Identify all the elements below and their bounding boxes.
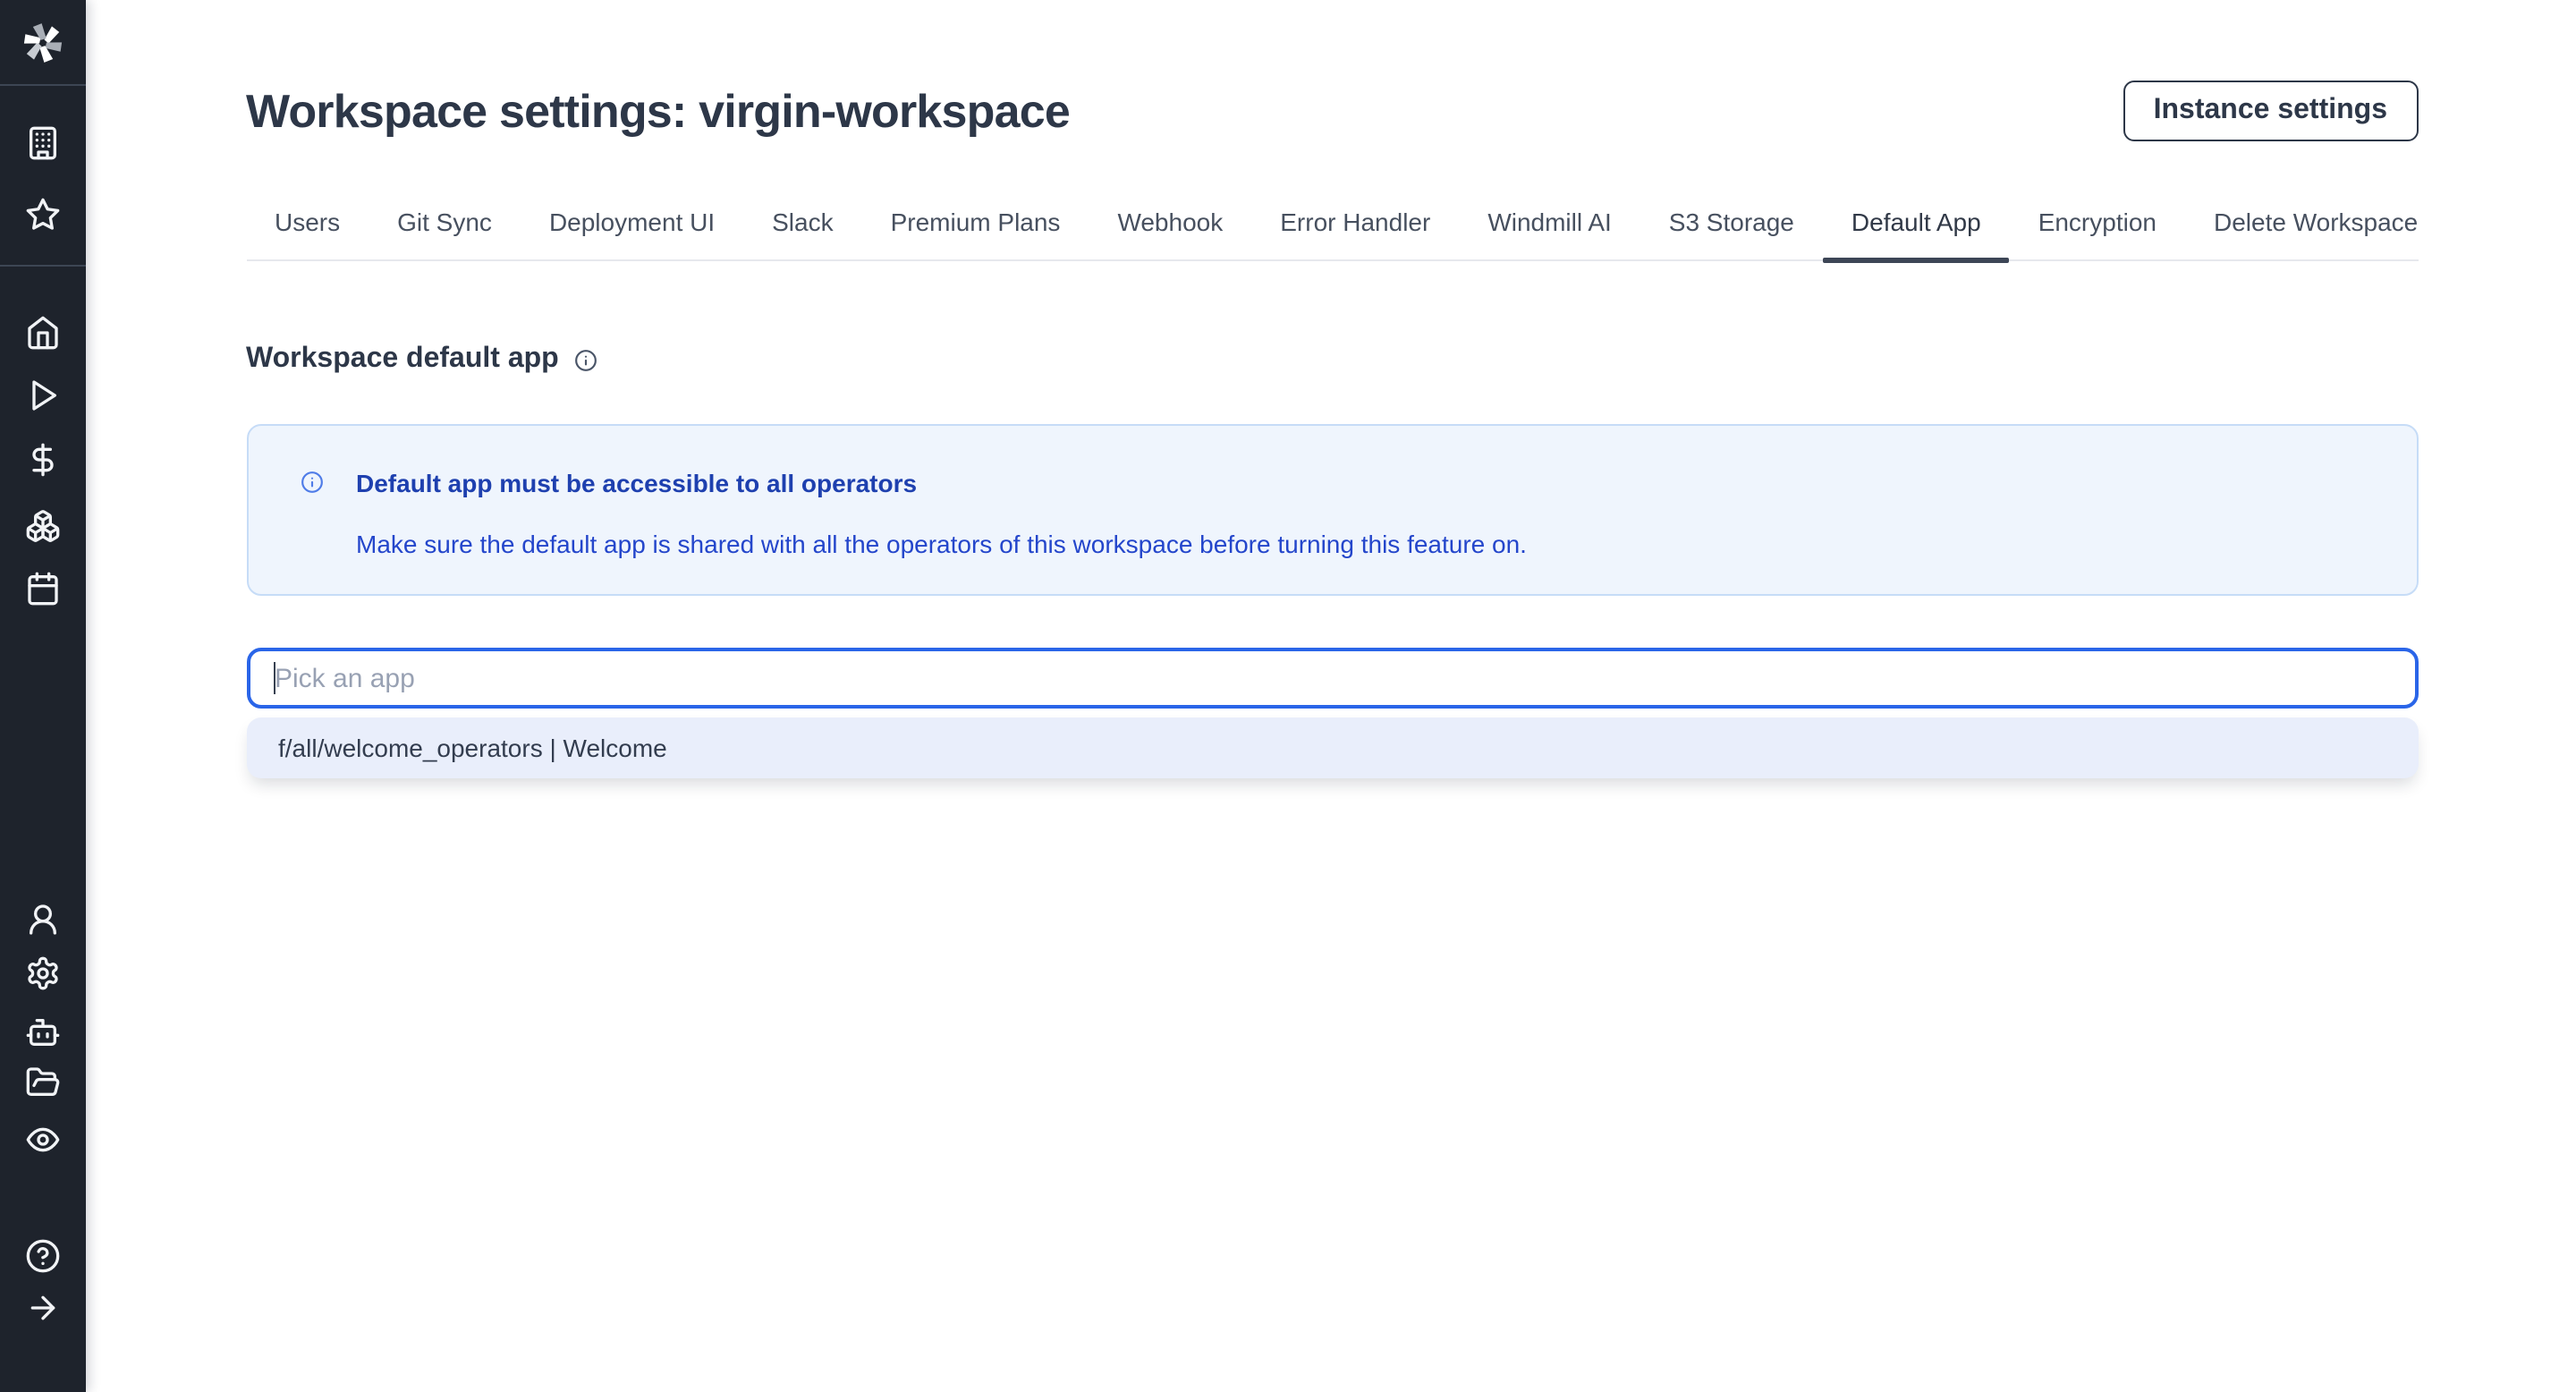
- app-picker-dropdown: f/all/welcome_operators | Welcome: [246, 717, 2418, 778]
- info-tooltip-icon[interactable]: [575, 348, 598, 371]
- app-window: Workspace settings: virgin-workspace Ins…: [0, 0, 2576, 1392]
- settings-tabbar: Users Git Sync Deployment UI Slack Premi…: [246, 193, 2418, 261]
- bot-icon[interactable]: [25, 1014, 61, 1049]
- alert-text: Default app must be accessible to all op…: [356, 469, 1527, 558]
- tab-delete-workspace[interactable]: Delete Workspace: [2185, 193, 2446, 259]
- alert-title: Default app must be accessible to all op…: [356, 469, 1527, 497]
- tab-windmill-ai[interactable]: Windmill AI: [1459, 193, 1640, 259]
- calendar-icon[interactable]: [25, 570, 61, 606]
- windmill-pinwheel-icon: [20, 19, 66, 65]
- tab-slack[interactable]: Slack: [743, 193, 861, 259]
- info-circle-icon: [300, 471, 323, 494]
- building-icon[interactable]: [25, 125, 61, 161]
- boxes-icon[interactable]: [25, 507, 61, 543]
- tab-s3-storage[interactable]: S3 Storage: [1640, 193, 1823, 259]
- page-header: Workspace settings: virgin-workspace Ins…: [246, 79, 2418, 143]
- tab-encryption[interactable]: Encryption: [2010, 193, 2185, 259]
- star-icon[interactable]: [25, 197, 61, 233]
- tab-git-sync[interactable]: Git Sync: [369, 193, 521, 259]
- page-title: Workspace settings: virgin-workspace: [246, 79, 1070, 143]
- tab-error-handler[interactable]: Error Handler: [1251, 193, 1459, 259]
- app-picker: [246, 648, 2418, 709]
- instance-settings-button[interactable]: Instance settings: [2123, 81, 2418, 141]
- sidebar-divider: [0, 265, 86, 267]
- tab-deployment-ui[interactable]: Deployment UI: [521, 193, 743, 259]
- user-icon[interactable]: [25, 901, 61, 937]
- tab-default-app[interactable]: Default App: [1823, 193, 2010, 259]
- section-heading-row: Workspace default app: [246, 342, 2418, 378]
- eye-icon[interactable]: [25, 1122, 61, 1158]
- windmill-logo[interactable]: [0, 0, 86, 86]
- text-cursor: [273, 662, 275, 694]
- section-heading: Workspace default app: [246, 342, 559, 378]
- dropdown-option-welcome-app[interactable]: f/all/welcome_operators | Welcome: [246, 717, 2418, 778]
- play-icon[interactable]: [25, 378, 61, 413]
- info-alert: Default app must be accessible to all op…: [246, 424, 2418, 596]
- tab-users[interactable]: Users: [246, 193, 369, 259]
- dollar-icon[interactable]: [25, 441, 61, 477]
- tab-premium-plans[interactable]: Premium Plans: [862, 193, 1089, 259]
- tab-webhook[interactable]: Webhook: [1089, 193, 1251, 259]
- folder-open-icon[interactable]: [25, 1065, 61, 1100]
- main-content: Workspace settings: virgin-workspace Ins…: [86, 0, 2576, 1392]
- arrow-right-icon[interactable]: [25, 1290, 61, 1326]
- gear-icon[interactable]: [25, 955, 61, 991]
- help-icon[interactable]: [25, 1238, 61, 1274]
- alert-body: Make sure the default app is shared with…: [356, 530, 1527, 558]
- pick-an-app-input[interactable]: [246, 648, 2418, 709]
- sidebar: [0, 0, 86, 1392]
- home-icon[interactable]: [25, 314, 61, 350]
